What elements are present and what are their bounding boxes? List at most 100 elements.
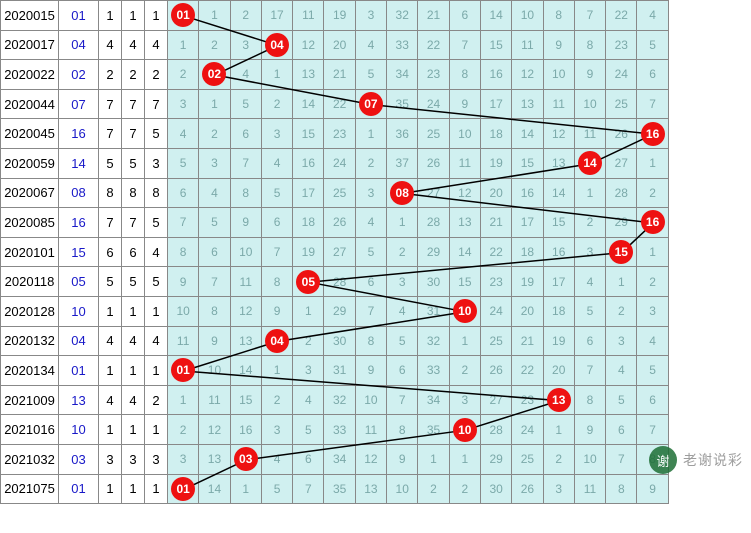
table-row: 202013401111011014133196332262220745 (1, 356, 669, 386)
stat-cell: 7 (99, 89, 122, 119)
grid-cell-hit: 01 (168, 474, 199, 504)
grid-cell: 1 (574, 178, 605, 208)
stat-cell: 8 (122, 178, 145, 208)
grid-cell: 20 (512, 296, 543, 326)
stat-cell: 1 (145, 296, 168, 326)
grid-cell: 2 (230, 1, 261, 31)
number-cell: 10 (59, 296, 99, 326)
stat-cell: 4 (99, 326, 122, 356)
grid-cell: 3 (637, 296, 668, 326)
ball-icon: 01 (171, 358, 195, 382)
grid-cell: 3 (168, 89, 199, 119)
grid-cell: 8 (543, 1, 574, 31)
number-cell: 08 (59, 178, 99, 208)
stat-cell: 7 (122, 119, 145, 149)
grid-cell: 6 (230, 119, 261, 149)
period-cell: 2020134 (1, 356, 59, 386)
stat-cell: 3 (145, 148, 168, 178)
grid-cell: 5 (293, 415, 324, 445)
grid-cell: 29 (606, 208, 637, 238)
grid-cell: 7 (574, 356, 605, 386)
grid-cell: 1 (261, 60, 292, 90)
grid-cell: 1 (199, 1, 230, 31)
grid-cell: 4 (168, 119, 199, 149)
table-row: 202100913442111152432107343272313856 (1, 385, 669, 415)
grid-cell: 26 (324, 208, 355, 238)
period-cell: 2020101 (1, 237, 59, 267)
grid-cell: 2 (387, 237, 418, 267)
grid-cell: 4 (355, 30, 386, 60)
ball-icon: 10 (453, 418, 477, 442)
grid-cell: 9 (355, 356, 386, 386)
grid-cell-hit: 10 (449, 415, 480, 445)
table-row: 202001704444123041220433227151198235 (1, 30, 669, 60)
ball-icon: 03 (234, 447, 258, 471)
grid-cell: 31 (324, 356, 355, 386)
period-cell: 2020132 (1, 326, 59, 356)
number-cell: 01 (59, 474, 99, 504)
period-cell: 2020118 (1, 267, 59, 297)
grid-cell: 34 (418, 385, 449, 415)
grid-cell: 15 (512, 148, 543, 178)
stat-cell: 7 (145, 89, 168, 119)
grid-cell-hit: 13 (543, 385, 574, 415)
number-cell: 16 (59, 119, 99, 149)
grid-cell: 5 (355, 60, 386, 90)
grid-cell: 10 (230, 237, 261, 267)
grid-cell: 25 (418, 119, 449, 149)
grid-cell: 3 (199, 148, 230, 178)
grid-cell-hit: 16 (637, 119, 668, 149)
grid-cell: 28 (418, 208, 449, 238)
grid-cell: 2 (574, 208, 605, 238)
period-cell: 2020045 (1, 119, 59, 149)
grid-cell: 29 (480, 444, 511, 474)
grid-cell: 6 (637, 385, 668, 415)
stat-cell: 5 (145, 208, 168, 238)
grid-cell: 34 (387, 60, 418, 90)
grid-cell: 23 (512, 385, 543, 415)
grid-cell: 25 (606, 89, 637, 119)
grid-cell: 5 (637, 356, 668, 386)
stat-cell: 1 (99, 474, 122, 504)
grid-cell: 4 (574, 267, 605, 297)
grid-cell: 4 (387, 296, 418, 326)
stat-cell: 3 (145, 444, 168, 474)
grid-cell: 5 (261, 474, 292, 504)
grid-cell: 7 (637, 415, 668, 445)
grid-cell: 1 (637, 237, 668, 267)
grid-cell: 4 (637, 326, 668, 356)
number-cell: 03 (59, 444, 99, 474)
grid-cell: 3 (355, 178, 386, 208)
grid-cell: 10 (355, 385, 386, 415)
grid-cell: 15 (230, 385, 261, 415)
grid-cell: 5 (387, 326, 418, 356)
grid-cell: 9 (449, 89, 480, 119)
grid-cell: 2 (449, 356, 480, 386)
grid-cell-hit: 16 (637, 208, 668, 238)
grid-cell: 1 (355, 119, 386, 149)
grid-cell: 7 (199, 267, 230, 297)
grid-cell: 32 (418, 326, 449, 356)
grid-cell: 3 (449, 385, 480, 415)
grid-cell: 6 (449, 1, 480, 31)
grid-cell-hit: 04 (261, 30, 292, 60)
grid-cell: 6 (199, 237, 230, 267)
grid-cell: 19 (324, 1, 355, 31)
stat-cell: 2 (122, 60, 145, 90)
grid-cell: 3 (387, 267, 418, 297)
grid-cell: 9 (199, 326, 230, 356)
grid-cell: 4 (606, 356, 637, 386)
period-cell: 2020128 (1, 296, 59, 326)
grid-cell: 10 (574, 444, 605, 474)
grid-cell-hit: 05 (293, 267, 324, 297)
grid-cell: 11 (543, 89, 574, 119)
table-row: 202013204444119130423085321252119634 (1, 326, 669, 356)
grid-cell: 5 (606, 385, 637, 415)
stat-cell: 7 (99, 119, 122, 149)
grid-cell: 3 (168, 444, 199, 474)
grid-cell: 4 (293, 385, 324, 415)
grid-cell: 9 (574, 415, 605, 445)
grid-cell: 10 (199, 356, 230, 386)
grid-cell: 5 (637, 30, 668, 60)
watermark: 谢 老谢说彩 (649, 446, 743, 474)
